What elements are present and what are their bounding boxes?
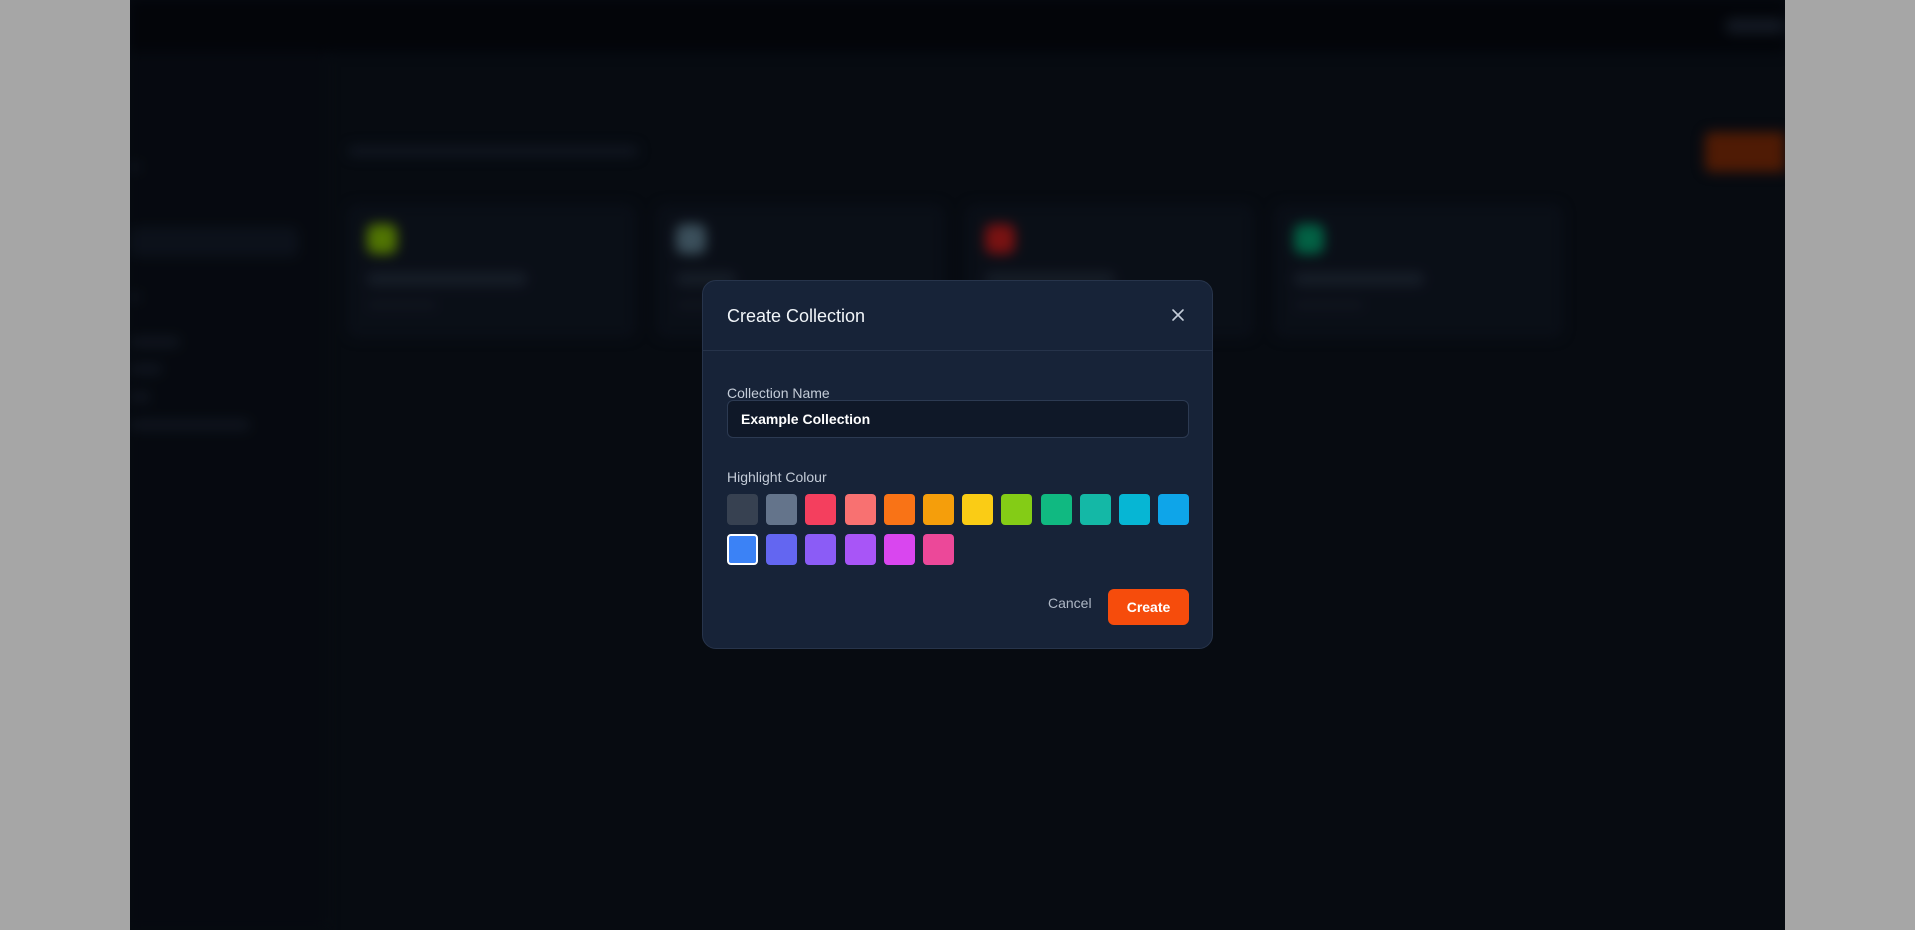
colour-swatch[interactable]: [727, 534, 758, 565]
dialog-title: Create Collection: [727, 306, 866, 326]
colour-swatch[interactable]: [1119, 494, 1150, 525]
colour-swatch[interactable]: [1040, 494, 1072, 525]
close-button[interactable]: [1166, 303, 1190, 327]
colour-swatch[interactable]: [923, 534, 954, 565]
colour-swatch[interactable]: [844, 494, 876, 525]
colour-swatch[interactable]: [766, 494, 798, 525]
create-button[interactable]: Create: [1108, 589, 1189, 625]
colour-swatch[interactable]: [727, 494, 758, 525]
colour-swatch[interactable]: [1001, 494, 1033, 525]
cancel-button[interactable]: Cancel: [1048, 595, 1092, 611]
close-icon: [1172, 309, 1184, 321]
colour-swatch[interactable]: [923, 494, 954, 525]
colour-swatch[interactable]: [766, 534, 798, 565]
create-collection-dialog: Create Collection Collection Name Highli…: [702, 280, 1213, 649]
colour-swatch[interactable]: [805, 494, 837, 525]
colour-swatch[interactable]: [883, 534, 915, 565]
colour-swatch[interactable]: [1158, 494, 1190, 525]
dialog-header: Create Collection: [703, 281, 1212, 351]
colour-swatch[interactable]: [844, 534, 876, 565]
colour-swatch[interactable]: [805, 534, 837, 565]
colour-swatch[interactable]: [883, 494, 915, 525]
collection-name-label: Collection Name: [727, 385, 830, 401]
colour-swatch[interactable]: [962, 494, 994, 525]
colour-swatch[interactable]: [1079, 494, 1111, 525]
collection-name-input[interactable]: [727, 400, 1189, 438]
highlight-colour-label: Highlight Colour: [727, 469, 827, 485]
